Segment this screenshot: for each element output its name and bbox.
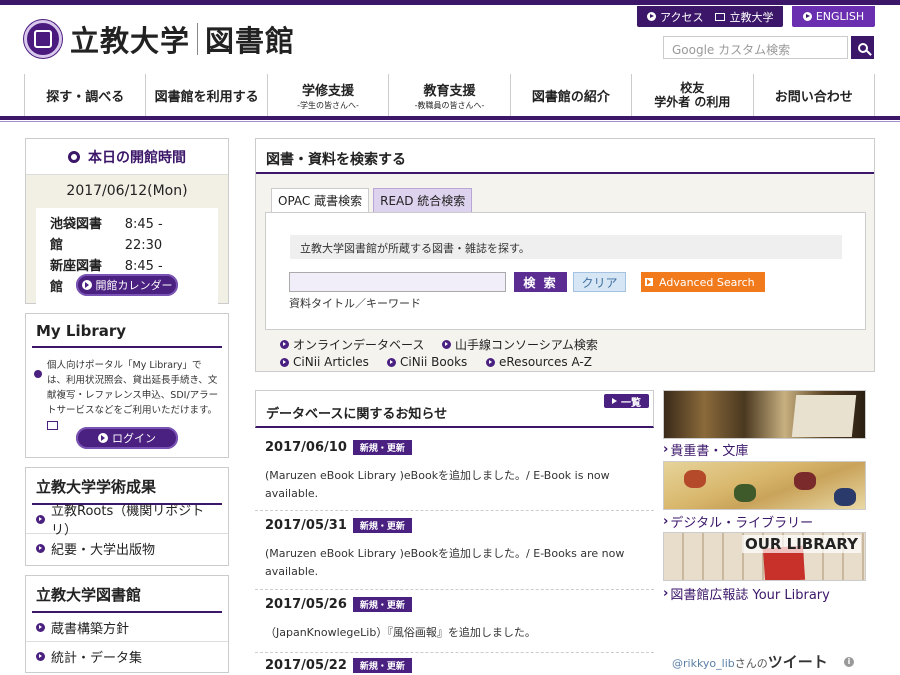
database-news: データベースに関するお知らせ 一覧 2017/06/10 新規・更新 (Maruz… [255, 390, 654, 675]
advanced-search-button[interactable]: Advanced Search [641, 272, 765, 292]
link-yamanote[interactable]: 山手線コンソーシアム検索 [442, 336, 598, 353]
link-rikkyo-roots[interactable]: 立教Roots（機関リポジトリ） [26, 504, 228, 538]
chevron-right-icon: › [663, 586, 669, 601]
rare-books-banner[interactable] [663, 390, 866, 439]
news-link[interactable]: (Maruzen eBook Library )eBookを追加しました。/ E… [265, 545, 635, 581]
nav-alumni[interactable]: 校友 学外者 の利用 [631, 74, 752, 116]
link-statistics[interactable]: 統計・データ集 [26, 642, 228, 671]
arrow-icon [387, 357, 396, 367]
my-library-desc: 個人向けポータル「My Library」では、利用状況照会、貸出延長手続き、文献… [47, 358, 220, 433]
link-bulletins[interactable]: 紀要・大学出版物 [26, 534, 228, 563]
chevron-right-icon: › [663, 514, 669, 529]
arrow-icon [36, 514, 45, 524]
arrow-icon [98, 433, 108, 443]
digital-library-banner[interactable] [663, 461, 866, 510]
circle-icon [68, 150, 80, 163]
nav-learning-support[interactable]: 学修支援 -学生の皆さんへ- [266, 74, 388, 116]
nav-contact[interactable]: お問い合わせ [752, 74, 875, 116]
status-badge: 新規・更新 [352, 658, 412, 673]
rare-books-link[interactable]: › 貴重書・文庫 [663, 440, 748, 459]
login-button[interactable]: ログイン [76, 427, 178, 449]
link-cinii-articles[interactable]: CiNii Articles [280, 355, 369, 369]
global-nav: 探す・調べる 図書館を利用する 学修支援 -学生の皆さんへ- 教育支援 -教職員の皆… [24, 74, 875, 116]
research-results-box: 立教大学学術成果 立教Roots（機関リポジトリ） 紀要・大学出版物 [25, 467, 229, 566]
nav-use-library[interactable]: 図書館を利用する [145, 74, 266, 116]
arrow-icon [81, 280, 92, 290]
your-library-banner[interactable]: OUR LIBRARY [663, 532, 866, 581]
news-date: 2017/05/31 新規・更新 [265, 518, 412, 533]
tab-read[interactable]: READ 統合検索 [373, 188, 473, 212]
status-badge: 新規・更新 [352, 518, 412, 533]
opac-hint: 資料タイトル／キーワード [289, 297, 421, 310]
arrow-icon [36, 622, 45, 632]
tab-opac[interactable]: OPAC 蔵書検索 [271, 188, 370, 212]
news-date: 2017/05/26 新規・更新 [265, 597, 412, 612]
news-date: 2017/05/22 新規・更新 [265, 658, 412, 673]
arrow-icon [36, 652, 45, 661]
rikkyo-link[interactable]: 立教大学 [715, 9, 773, 25]
site-search-input[interactable]: Google カスタム検索 [663, 36, 848, 59]
status-badge: 新規・更新 [352, 440, 412, 455]
link-collection-policy[interactable]: 蔵書構築方針 [26, 613, 228, 642]
arrow-icon [647, 12, 656, 21]
top-bar [0, 0, 900, 5]
arrow-icon [442, 340, 451, 349]
chevron-right-icon: › [663, 442, 669, 457]
info-icon[interactable]: i [844, 657, 854, 667]
opac-search-button[interactable]: 検 索 [514, 272, 567, 292]
arrow-icon [486, 357, 495, 367]
your-library-banner-text: OUR LIBRARY [741, 535, 861, 553]
university-name: 立教大学 [70, 24, 191, 58]
news-link[interactable]: (Maruzen eBook Library )eBookを追加しました。/ E… [265, 467, 635, 503]
arrow-icon [645, 278, 653, 286]
university-emblem-icon [24, 20, 62, 58]
opac-search-form: 立教大学図書館が所蔵する図書・雑誌を探す。 検 索 クリア Advanced S… [265, 212, 866, 330]
link-eresources[interactable]: eResources A-Z [486, 355, 592, 369]
hours-title: 本日の開館時間 [88, 149, 186, 166]
hours-date: 2017/06/12(Mon) [66, 183, 188, 199]
library-box: 立教大学図書館 蔵書構築方針 統計・データ集 [25, 575, 229, 673]
opac-keyword-input[interactable] [289, 272, 506, 292]
external-window-icon [47, 421, 58, 430]
news-list-button[interactable]: 一覧 [604, 394, 649, 409]
my-library-title: My Library [32, 314, 222, 348]
news-title: データベースに関するお知らせ [266, 407, 448, 422]
status-badge: 新規・更新 [352, 597, 412, 612]
opening-hours-box: 本日の開館時間 2017/06/12(Mon) 池袋図書館 8:45 - 22:3… [25, 138, 229, 304]
arrow-icon [280, 357, 289, 367]
nav-search[interactable]: 探す・調べる [24, 74, 145, 116]
opac-clear-button[interactable]: クリア [573, 272, 626, 292]
arrow-icon [802, 12, 812, 21]
nav-education-support[interactable]: 教育支援 -教職員の皆さんへ- [388, 74, 509, 116]
window-icon [715, 12, 726, 21]
tweets-header: @rikkyo_libさんのツイート [672, 653, 828, 671]
english-link[interactable]: ENGLISH [792, 6, 875, 27]
arrow-icon [36, 544, 45, 553]
link-online-db[interactable]: オンラインデータベース [280, 336, 424, 353]
news-link[interactable]: （JapanKnowlegeLib）『風俗画報』を追加しました。 [265, 624, 635, 642]
link-cinii-books[interactable]: CiNii Books [387, 355, 467, 369]
arrow-icon [280, 340, 289, 349]
search-panel-title: 図書・資料を検索する [256, 138, 874, 174]
site-search-button[interactable] [851, 36, 874, 59]
arrow-icon [612, 398, 617, 404]
site-logo[interactable]: 立教大学 図書館 [24, 18, 295, 60]
digital-library-link[interactable]: › デジタル・ライブラリー [663, 512, 813, 531]
search-icon [857, 42, 868, 53]
library-name: 図書館 [205, 24, 296, 58]
opac-note: 立教大学図書館が所蔵する図書・雑誌を探す。 [290, 235, 842, 259]
library-box-title: 立教大学図書館 [32, 576, 222, 613]
calendar-button[interactable]: 開館カレンダー [76, 274, 178, 296]
nav-about[interactable]: 図書館の紹介 [509, 74, 631, 116]
my-library-box: My Library 個人向けポータル「My Library」では、利用状況照会… [25, 313, 229, 458]
access-link[interactable]: アクセス [647, 9, 703, 25]
util-links: アクセス 立教大学 [637, 6, 784, 27]
news-date: 2017/06/10 新規・更新 [265, 440, 412, 455]
your-library-link[interactable]: › 図書館広報誌 Your Library [663, 584, 830, 603]
